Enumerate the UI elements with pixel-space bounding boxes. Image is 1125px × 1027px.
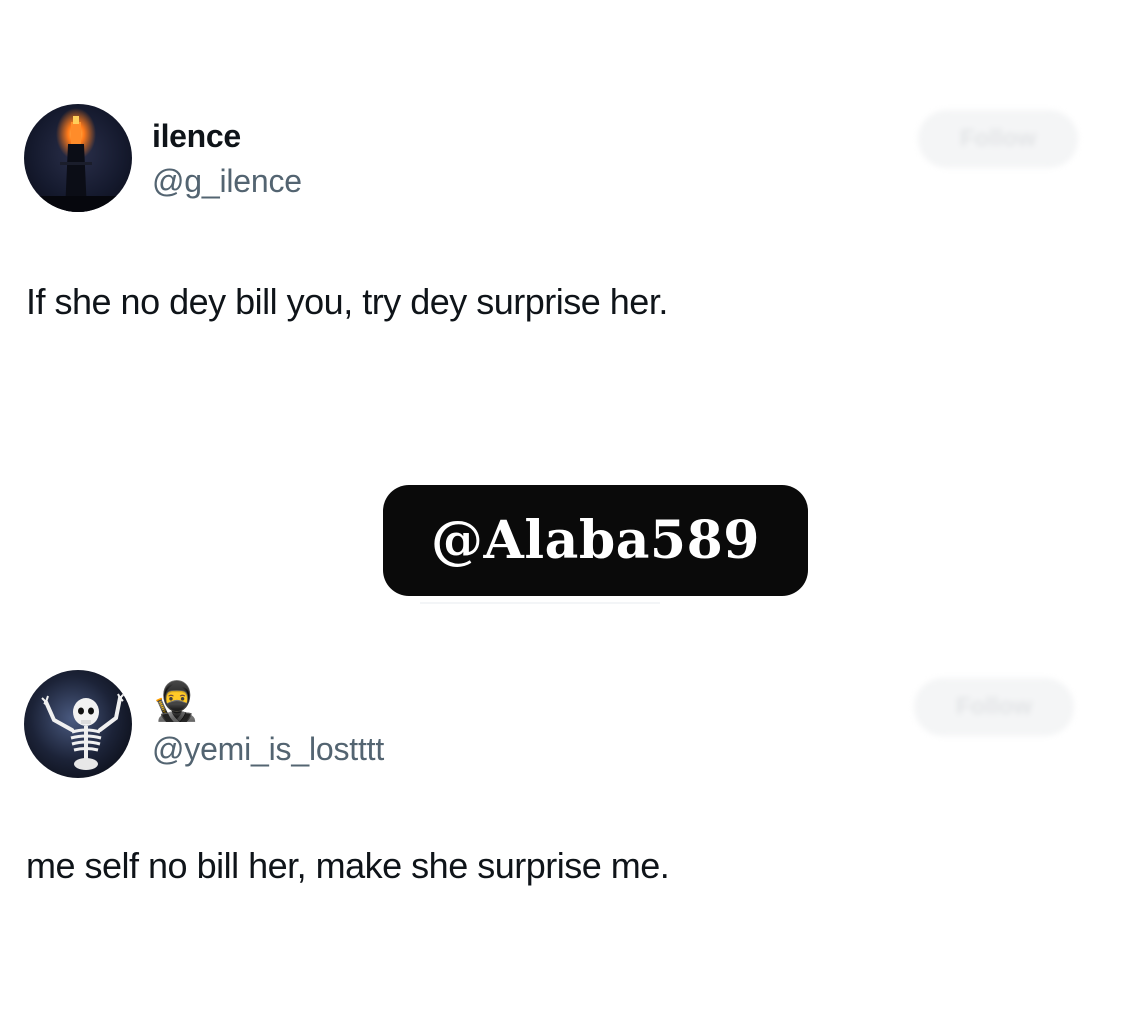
user-handle[interactable]: @yemi_is_lostttt xyxy=(152,731,384,768)
user-avatar[interactable] xyxy=(24,104,132,212)
tweet-text: me self no bill her, make she surprise m… xyxy=(26,845,670,886)
display-name[interactable]: ilence xyxy=(152,118,241,155)
follow-button[interactable]: Follow xyxy=(914,678,1074,736)
tweet-text: If she no dey bill you, try dey surprise… xyxy=(26,281,668,322)
tweet-card: ilence @g_ilence Follow If she no dey bi… xyxy=(0,0,1125,470)
skeleton-avatar-icon xyxy=(24,670,132,778)
user-handle[interactable]: @g_ilence xyxy=(152,163,302,200)
follow-button[interactable]: Follow xyxy=(918,110,1078,168)
display-name[interactable]: 🥷 xyxy=(152,680,199,724)
user-avatar[interactable] xyxy=(24,670,132,778)
night-fire-tower-avatar-icon xyxy=(24,104,132,212)
watermark-badge: @Alaba589 xyxy=(383,485,808,596)
tweet-card: 🥷 @yemi_is_lostttt Follow me self no bil… xyxy=(0,640,1125,1027)
divider xyxy=(420,602,660,604)
